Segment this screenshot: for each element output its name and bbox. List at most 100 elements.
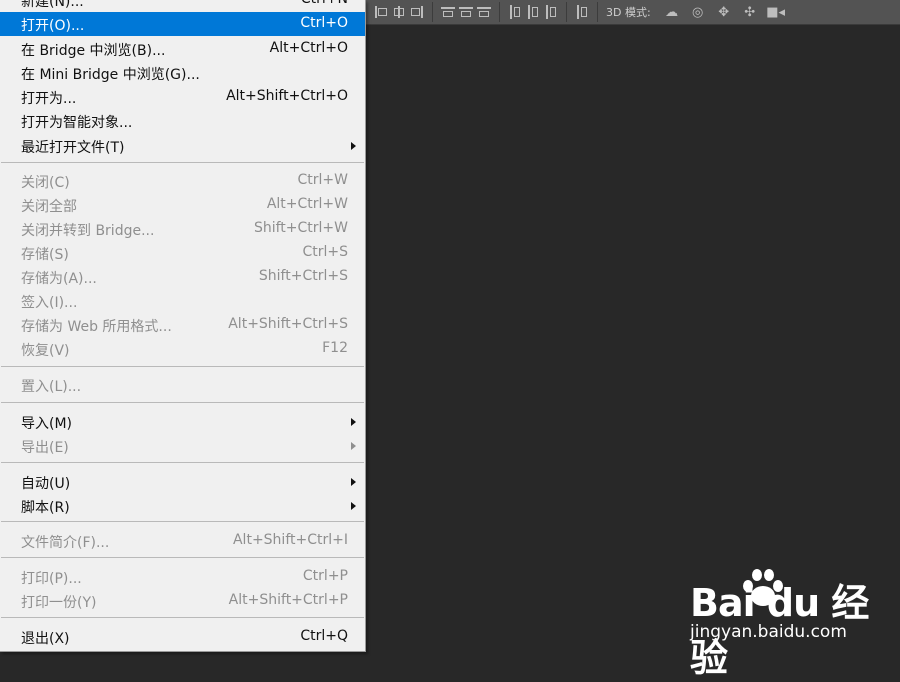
submenu-arrow-icon: [351, 502, 356, 510]
menu-item: 导出(E): [0, 434, 365, 458]
distribute-vertical-group: [500, 0, 566, 24]
distribute-bottom-icon[interactable]: [477, 5, 491, 19]
distribute-left-icon[interactable]: [508, 5, 522, 19]
menu-item[interactable]: 打开(O)... Ctrl+O: [0, 12, 365, 36]
menu-item-label: 置入(L)...: [21, 379, 82, 395]
menu-item-label: 文件简介(F)...: [21, 535, 110, 551]
menu-item-label: 在 Bridge 中浏览(B)...: [21, 43, 166, 59]
menu-separator: [1, 162, 364, 163]
menu-item-label: 自动(U): [21, 476, 71, 492]
menu-item[interactable]: 在 Mini Bridge 中浏览(G)...: [0, 61, 365, 85]
mode-3d-group: 3D 模式: ☁ ◎ ✥ ✣ ■◂: [598, 0, 795, 24]
menu-separator: [1, 402, 364, 403]
menu-item: 签入(I)...: [0, 289, 365, 313]
menu-item: 存储为 Web 所用格式... Alt+Shift+Ctrl+S: [0, 313, 365, 337]
drag-3d-icon[interactable]: ✥: [713, 5, 735, 20]
rotate-3d-icon[interactable]: ☁: [661, 5, 683, 20]
options-bar: 3D 模式: ☁ ◎ ✥ ✣ ■◂: [366, 0, 900, 25]
menu-separator: [1, 366, 364, 367]
menu-separator: [1, 557, 364, 558]
menu-item[interactable]: 在 Bridge 中浏览(B)... Alt+Ctrl+O: [0, 37, 365, 61]
menu-item-shortcut: Ctrl+S: [302, 244, 348, 260]
menu-item-shortcut: Alt+Shift+Ctrl+O: [226, 88, 348, 104]
menu-item: 关闭全部 Alt+Ctrl+W: [0, 193, 365, 217]
menu-item[interactable]: 导入(M): [0, 410, 365, 434]
menu-item-shortcut: Ctrl+O: [300, 15, 348, 31]
menu-item-shortcut: F12: [322, 340, 348, 356]
menu-item: 存储为(A)... Shift+Ctrl+S: [0, 265, 365, 289]
distribute-horizontal-group: [433, 0, 499, 24]
menu-item-label: 打开(O)...: [21, 18, 85, 34]
menu-item-shortcut: Ctrl+P: [302, 568, 348, 584]
roll-3d-icon[interactable]: ◎: [687, 5, 709, 20]
menu-item-label: 导入(M): [21, 416, 73, 432]
menu-item-label: 关闭全部: [21, 199, 77, 215]
menu-item-shortcut: Ctrl+N: [301, 0, 348, 7]
menu-item: 恢复(V) F12: [0, 337, 365, 361]
distribute-right-icon[interactable]: [544, 5, 558, 19]
menu-item-label: 打开为...: [21, 91, 77, 107]
menu-item[interactable]: 新建(N)... Ctrl+N: [0, 0, 365, 12]
menu-item-label: 打印(P)...: [21, 571, 82, 587]
menu-item[interactable]: 退出(X) Ctrl+Q: [0, 625, 365, 649]
menu-item: 关闭并转到 Bridge... Shift+Ctrl+W: [0, 217, 365, 241]
menu-item: 文件简介(F)... Alt+Shift+Ctrl+I: [0, 529, 365, 553]
slide-3d-icon[interactable]: ✣: [739, 5, 761, 20]
distribute-top-icon[interactable]: [441, 5, 455, 19]
align-left-icon[interactable]: [374, 5, 388, 19]
menu-item-label: 签入(I)...: [21, 295, 78, 311]
menu-item-label: 导出(E): [21, 440, 69, 456]
menu-item-shortcut: Shift+Ctrl+W: [253, 220, 348, 236]
menu-item: 存储(S) Ctrl+S: [0, 241, 365, 265]
menu-item-label: 关闭(C): [21, 175, 70, 191]
baidu-jingyan-watermark: Bai du 经验 jingyan.baidu.com: [690, 566, 890, 680]
submenu-arrow-icon: [351, 418, 356, 426]
menu-item-label: 在 Mini Bridge 中浏览(G)...: [21, 67, 200, 83]
menu-item-label: 打开为智能对象...: [21, 115, 133, 131]
menu-item-shortcut: Alt+Shift+Ctrl+P: [228, 592, 348, 608]
menu-item-label: 打印一份(Y): [21, 595, 97, 611]
menu-item-label: 存储(S): [21, 247, 69, 263]
auto-align-group: [567, 0, 597, 24]
menu-item-label: 存储为 Web 所用格式...: [21, 319, 172, 335]
menu-item-shortcut: Ctrl+Q: [300, 628, 348, 644]
distribute-horizontal-center-icon[interactable]: [526, 5, 540, 19]
menu-separator: [1, 462, 364, 463]
submenu-arrow-icon: [351, 442, 356, 450]
menu-item-label: 关闭并转到 Bridge...: [21, 223, 155, 239]
menu-item[interactable]: 自动(U): [0, 470, 365, 494]
menu-item-label: 脚本(R): [21, 500, 70, 516]
menu-separator: [1, 521, 364, 522]
menu-separator: [1, 617, 364, 618]
align-group: [366, 0, 432, 24]
auto-align-layers-icon[interactable]: [575, 5, 589, 19]
menu-item-shortcut: Alt+Shift+Ctrl+S: [228, 316, 348, 332]
menu-item-shortcut: Alt+Shift+Ctrl+I: [232, 532, 348, 548]
file-menu: 新建(N)... Ctrl+N 打开(O)... Ctrl+O 在 Bridge 中浏览…: [0, 0, 366, 652]
mode-3d-label: 3D 模式:: [606, 6, 651, 19]
menu-item-label: 最近打开文件(T): [21, 140, 125, 156]
distribute-vertical-center-icon[interactable]: [459, 5, 473, 19]
menu-item: 关闭(C) Ctrl+W: [0, 169, 365, 193]
menu-item: 置入(L)...: [0, 373, 365, 397]
menu-item: 打印一份(Y) Alt+Shift+Ctrl+P: [0, 589, 365, 613]
menu-item[interactable]: 打开为智能对象...: [0, 109, 365, 133]
menu-item-shortcut: Alt+Ctrl+O: [269, 40, 348, 56]
menu-item: 打印(P)... Ctrl+P: [0, 565, 365, 589]
menu-item[interactable]: 脚本(R): [0, 494, 365, 518]
menu-item-shortcut: Ctrl+W: [297, 172, 348, 188]
watermark-url: jingyan.baidu.com: [690, 622, 847, 642]
align-right-icon[interactable]: [410, 5, 424, 19]
menu-item[interactable]: 打开为... Alt+Shift+Ctrl+O: [0, 85, 365, 109]
submenu-arrow-icon: [351, 142, 356, 150]
menu-item-label: 新建(N)...: [21, 0, 84, 10]
scale-3d-icon[interactable]: ■◂: [765, 5, 787, 20]
menu-item-shortcut: Alt+Ctrl+W: [266, 196, 348, 212]
menu-item-label: 退出(X): [21, 631, 70, 647]
menu-item-label: 存储为(A)...: [21, 271, 97, 287]
menu-item[interactable]: 最近打开文件(T): [0, 134, 365, 158]
align-horizontal-center-icon[interactable]: [392, 5, 406, 19]
menu-item-shortcut: Shift+Ctrl+S: [258, 268, 348, 284]
submenu-arrow-icon: [351, 478, 356, 486]
menu-item-label: 恢复(V): [21, 343, 70, 359]
